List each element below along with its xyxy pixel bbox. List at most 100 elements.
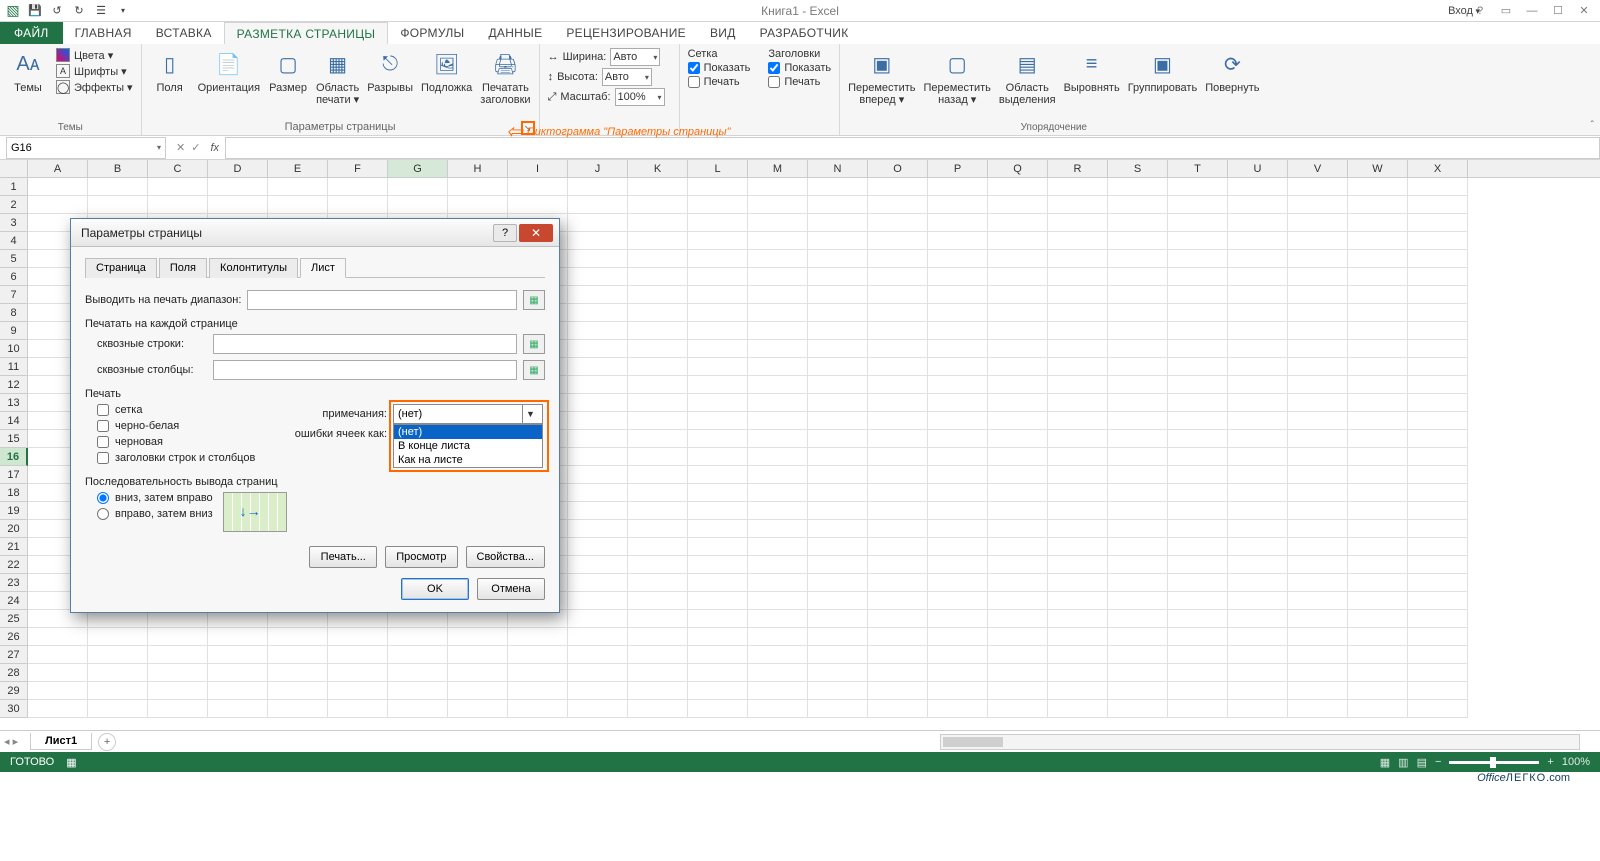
cell[interactable] (988, 556, 1048, 574)
cell[interactable] (688, 250, 748, 268)
cell[interactable] (868, 484, 928, 502)
cell[interactable] (1348, 304, 1408, 322)
cell[interactable] (748, 214, 808, 232)
row-header[interactable]: 24 (0, 592, 28, 610)
cell[interactable] (388, 196, 448, 214)
view-layout-icon[interactable]: ▥ (1398, 756, 1408, 769)
tab-file[interactable]: ФАЙЛ (0, 22, 63, 44)
cell[interactable] (1348, 538, 1408, 556)
cell[interactable] (928, 250, 988, 268)
cell[interactable] (748, 502, 808, 520)
row-header[interactable]: 4 (0, 232, 28, 250)
cell[interactable] (1168, 610, 1228, 628)
cell[interactable] (1408, 538, 1468, 556)
cell[interactable] (568, 448, 628, 466)
cell[interactable] (1288, 484, 1348, 502)
cell[interactable] (628, 340, 688, 358)
col-header[interactable]: J (568, 160, 628, 177)
cell[interactable] (1048, 376, 1108, 394)
cell[interactable] (808, 250, 868, 268)
cell[interactable] (868, 664, 928, 682)
cell[interactable] (688, 358, 748, 376)
cell[interactable] (268, 646, 328, 664)
cell[interactable] (568, 664, 628, 682)
cell[interactable] (1288, 358, 1348, 376)
cell[interactable] (1048, 484, 1108, 502)
col-header[interactable]: Q (988, 160, 1048, 177)
cell[interactable] (448, 700, 508, 718)
cell[interactable] (1408, 268, 1468, 286)
cell[interactable] (148, 178, 208, 196)
cell[interactable] (688, 556, 748, 574)
cell[interactable] (1108, 646, 1168, 664)
cell[interactable] (1168, 196, 1228, 214)
cell[interactable] (568, 520, 628, 538)
row-header[interactable]: 18 (0, 484, 28, 502)
tab-insert[interactable]: ВСТАВКА (144, 22, 224, 44)
tab-review[interactable]: РЕЦЕНЗИРОВАНИЕ (554, 22, 698, 44)
cell[interactable] (628, 286, 688, 304)
cell[interactable] (988, 304, 1048, 322)
cell[interactable] (208, 196, 268, 214)
col-header[interactable]: X (1408, 160, 1468, 177)
cell[interactable] (28, 178, 88, 196)
selection-pane-button[interactable]: ▤Область выделения (999, 48, 1056, 106)
cell[interactable] (1168, 250, 1228, 268)
cell[interactable] (1228, 358, 1288, 376)
row-header[interactable]: 28 (0, 664, 28, 682)
cell[interactable] (868, 556, 928, 574)
cell[interactable] (1348, 700, 1408, 718)
cell[interactable] (1108, 412, 1168, 430)
cell[interactable] (1228, 628, 1288, 646)
cell[interactable] (1288, 430, 1348, 448)
cell[interactable] (1168, 484, 1228, 502)
col-header[interactable]: B (88, 160, 148, 177)
cell[interactable] (868, 574, 928, 592)
cell[interactable] (88, 700, 148, 718)
cell[interactable] (1168, 520, 1228, 538)
cell[interactable] (1348, 358, 1408, 376)
cell[interactable] (988, 520, 1048, 538)
cell[interactable] (1228, 592, 1288, 610)
cell[interactable] (748, 448, 808, 466)
cell[interactable] (688, 430, 748, 448)
cell[interactable] (1108, 448, 1168, 466)
cell[interactable] (88, 664, 148, 682)
cell[interactable] (1408, 430, 1468, 448)
cell[interactable] (808, 628, 868, 646)
row-header[interactable]: 25 (0, 610, 28, 628)
cell[interactable] (628, 574, 688, 592)
cell[interactable] (1408, 664, 1468, 682)
cell[interactable] (148, 664, 208, 682)
cell[interactable] (328, 178, 388, 196)
row-header[interactable]: 3 (0, 214, 28, 232)
row-header[interactable]: 26 (0, 628, 28, 646)
sheet-nav[interactable]: ◂ ▸ (4, 735, 18, 748)
cell[interactable] (448, 646, 508, 664)
cell[interactable] (688, 304, 748, 322)
cell[interactable] (928, 466, 988, 484)
cell[interactable] (988, 646, 1048, 664)
comments-combo[interactable]: (нет)▼ (393, 404, 543, 424)
cell[interactable] (988, 232, 1048, 250)
cell[interactable] (688, 286, 748, 304)
row-header[interactable]: 12 (0, 376, 28, 394)
background-button[interactable]: 🖼Подложка (421, 48, 472, 94)
cell[interactable] (868, 502, 928, 520)
tab-page-layout[interactable]: РАЗМЕТКА СТРАНИЦЫ (224, 22, 389, 44)
cell[interactable] (928, 610, 988, 628)
cell[interactable] (28, 682, 88, 700)
scale-width[interactable]: ↔Ширина:Авто (548, 48, 665, 66)
cell[interactable] (568, 682, 628, 700)
cell[interactable] (148, 646, 208, 664)
cell[interactable] (568, 214, 628, 232)
cell[interactable] (688, 196, 748, 214)
cell[interactable] (1168, 394, 1228, 412)
cell[interactable] (868, 178, 928, 196)
cell[interactable] (1288, 250, 1348, 268)
cell[interactable] (688, 484, 748, 502)
cell[interactable] (928, 682, 988, 700)
cell[interactable] (148, 682, 208, 700)
combo-opt-as-sheet[interactable]: Как на листе (394, 453, 542, 467)
maximize-icon[interactable]: ☐ (1546, 2, 1570, 20)
